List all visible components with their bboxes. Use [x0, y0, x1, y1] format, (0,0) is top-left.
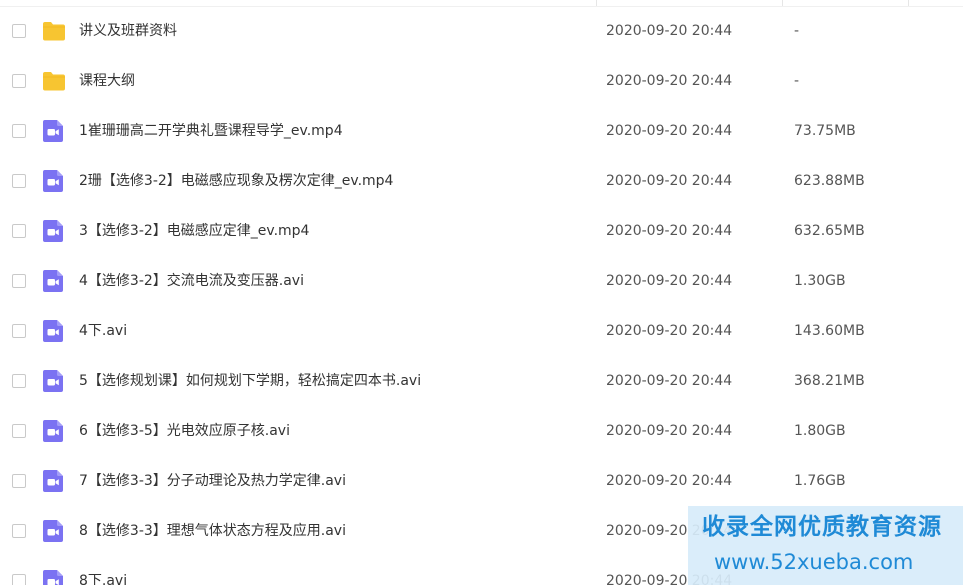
file-modified-date: 2020-09-20 20:44: [606, 323, 733, 339]
row-checkbox[interactable]: [12, 574, 26, 585]
row-checkbox[interactable]: [12, 524, 26, 538]
file-size: 73.75MB: [794, 123, 856, 139]
file-size: -: [794, 23, 800, 39]
file-row[interactable]: 课程大纲 2020-09-20 20:44 -: [0, 56, 963, 106]
file-row[interactable]: 讲义及班群资料 2020-09-20 20:44 -: [0, 6, 963, 56]
file-size: 1.80GB: [794, 423, 846, 439]
file-list: 讲义及班群资料 2020-09-20 20:44 - 课程大纲 2020-09-20 2…: [0, 6, 963, 585]
file-modified-date: 2020-09-20 20:44: [606, 273, 733, 289]
file-row[interactable]: 2珊【选修3-2】电磁感应现象及楞次定律_ev.mp4 2020-09-20 20…: [0, 156, 963, 206]
watermark-url: www.52xueba.com: [714, 550, 914, 574]
row-checkbox[interactable]: [12, 274, 26, 288]
folder-icon: [42, 20, 66, 42]
file-modified-date: 2020-09-20 20:44: [606, 23, 733, 39]
file-row[interactable]: 6【选修3-5】光电效应原子核.avi 2020-09-20 20:44 1.80G…: [0, 406, 963, 456]
file-browser: 讲义及班群资料 2020-09-20 20:44 - 课程大纲 2020-09-20 2…: [0, 0, 963, 585]
file-name[interactable]: 8下.avi: [79, 571, 127, 585]
row-checkbox[interactable]: [12, 374, 26, 388]
file-row[interactable]: 7【选修3-3】分子动理论及热力学定律.avi 2020-09-20 20:44 1…: [0, 456, 963, 506]
file-size: 143.60MB: [794, 323, 865, 339]
video-file-icon: [42, 420, 66, 442]
file-name[interactable]: 4【选修3-2】交流电流及变压器.avi: [79, 271, 304, 291]
file-modified-date: 2020-09-20 20:44: [606, 373, 733, 389]
file-row[interactable]: 1崔珊珊高二开学典礼暨课程导学_ev.mp4 2020-09-20 20:44 73…: [0, 106, 963, 156]
video-file-icon: [42, 370, 66, 392]
file-row[interactable]: 3【选修3-2】电磁感应定律_ev.mp4 2020-09-20 20:44 632…: [0, 206, 963, 256]
file-modified-date: 2020-09-20 20:44: [606, 173, 733, 189]
file-modified-date: 2020-09-20 20:44: [606, 473, 733, 489]
file-name[interactable]: 课程大纲: [79, 71, 135, 91]
row-checkbox[interactable]: [12, 224, 26, 238]
file-name[interactable]: 8【选修3-3】理想气体状态方程及应用.avi: [79, 521, 346, 541]
file-modified-date: 2020-09-20 20:44: [606, 223, 733, 239]
file-name[interactable]: 5【选修规划课】如何规划下学期，轻松搞定四本书.avi: [79, 371, 421, 391]
video-file-icon: [42, 520, 66, 542]
video-file-icon: [42, 320, 66, 342]
file-name[interactable]: 7【选修3-3】分子动理论及热力学定律.avi: [79, 471, 346, 491]
file-modified-date: 2020-09-20 20:44: [606, 423, 733, 439]
file-modified-date: 2020-09-20 20:44: [606, 73, 733, 89]
file-size: 632.65MB: [794, 223, 865, 239]
file-row[interactable]: 4下.avi 2020-09-20 20:44 143.60MB: [0, 306, 963, 356]
video-file-icon: [42, 270, 66, 292]
row-checkbox[interactable]: [12, 174, 26, 188]
file-size: 1.30GB: [794, 273, 846, 289]
file-name[interactable]: 2珊【选修3-2】电磁感应现象及楞次定律_ev.mp4: [79, 171, 393, 191]
file-size: 368.21MB: [794, 373, 865, 389]
video-file-icon: [42, 170, 66, 192]
file-name[interactable]: 4下.avi: [79, 321, 127, 341]
video-file-icon: [42, 120, 66, 142]
file-size: -: [794, 73, 800, 89]
row-checkbox[interactable]: [12, 24, 26, 38]
file-size: 1.76GB: [794, 473, 846, 489]
video-file-icon: [42, 570, 66, 585]
file-name[interactable]: 3【选修3-2】电磁感应定律_ev.mp4: [79, 221, 309, 241]
file-name[interactable]: 讲义及班群资料: [79, 21, 177, 41]
file-name[interactable]: 6【选修3-5】光电效应原子核.avi: [79, 421, 290, 441]
watermark: 收录全网优质教育资源 www.52xueba.com: [688, 506, 963, 585]
file-name[interactable]: 1崔珊珊高二开学典礼暨课程导学_ev.mp4: [79, 121, 343, 141]
video-file-icon: [42, 470, 66, 492]
row-checkbox[interactable]: [12, 74, 26, 88]
row-checkbox[interactable]: [12, 474, 26, 488]
file-modified-date: 2020-09-20 20:44: [606, 123, 733, 139]
row-checkbox[interactable]: [12, 424, 26, 438]
file-row[interactable]: 5【选修规划课】如何规划下学期，轻松搞定四本书.avi 2020-09-20 20…: [0, 356, 963, 406]
row-checkbox[interactable]: [12, 124, 26, 138]
watermark-slogan: 收录全网优质教育资源: [702, 514, 942, 540]
folder-icon: [42, 70, 66, 92]
file-row[interactable]: 4【选修3-2】交流电流及变压器.avi 2020-09-20 20:44 1.30…: [0, 256, 963, 306]
file-size: 623.88MB: [794, 173, 865, 189]
row-checkbox[interactable]: [12, 324, 26, 338]
video-file-icon: [42, 220, 66, 242]
